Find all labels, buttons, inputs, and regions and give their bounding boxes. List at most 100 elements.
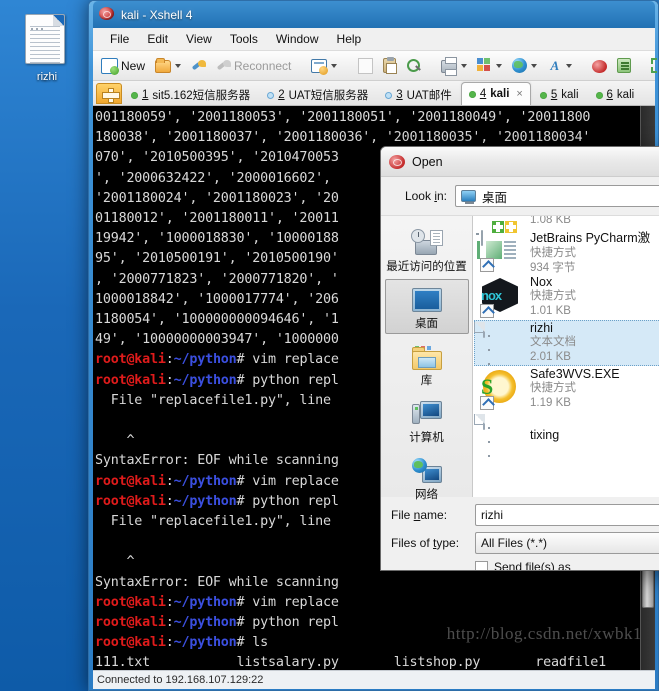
menu-view[interactable]: View [177, 29, 221, 49]
file-name: Nox [530, 275, 553, 289]
tab-label: kali [616, 89, 635, 101]
connection-status-dot [385, 91, 393, 99]
connect-button[interactable] [187, 56, 210, 75]
file-name-label: File name: [391, 508, 448, 522]
window-title: kali - Xshell 4 [121, 7, 193, 22]
xftp-button[interactable] [613, 56, 635, 75]
toolbar: New Reconnect A [93, 51, 658, 81]
tab-session-5[interactable]: 5 kali [532, 84, 587, 105]
chevron-down-icon[interactable] [566, 63, 573, 68]
places-bar: 最近访问的位置 桌面 库 计算机 网络 [381, 216, 473, 501]
list-item[interactable]: JetBrains PyCharm激 快捷方式 934 字节 [474, 228, 659, 274]
menu-edit[interactable]: Edit [138, 29, 177, 49]
look-in-label: Look in: [404, 189, 447, 203]
place-computer[interactable]: 计算机 [385, 393, 469, 448]
open-file-dialog: Open Look in: 桌面 最近访问的位置 桌面 库 计算机 网络 1.0… [380, 146, 659, 571]
place-libraries[interactable]: 库 [385, 336, 469, 391]
connection-status-dot [267, 91, 275, 99]
send-as-checkbox[interactable] [475, 560, 488, 570]
plug-disconnect-icon [216, 58, 232, 73]
xftp-green-icon [617, 58, 632, 73]
reconnect-button[interactable]: Reconnect [212, 56, 295, 75]
tab-label: sit5.162短信服务器 [152, 90, 251, 102]
layout-button[interactable] [473, 56, 506, 75]
menu-bar: File Edit View Tools Window Help [93, 28, 655, 51]
menu-file[interactable]: File [101, 29, 138, 49]
file-name-input[interactable]: rizhi [475, 504, 659, 526]
xshell-icon [389, 154, 405, 169]
tab-number: 4 [479, 88, 487, 100]
close-icon[interactable]: × [516, 88, 522, 100]
chevron-down-icon[interactable] [461, 63, 468, 68]
tab-session-1[interactable]: 1 sit5.162短信服务器 [123, 84, 258, 105]
menu-help[interactable]: Help [328, 29, 371, 49]
tab-session-4[interactable]: 4 kali × [460, 82, 531, 105]
tab-session-6[interactable]: 6 kali [588, 84, 643, 105]
print-button[interactable] [437, 56, 471, 76]
place-desktop[interactable]: 桌面 [384, 279, 469, 334]
desktop-icon-rizhi[interactable]: rizhi [14, 14, 80, 84]
place-label: 桌面 [415, 318, 438, 330]
list-item[interactable]: S Safe3WVS.EXE 快捷方式 1.19 KB [474, 366, 659, 412]
tab-session-3[interactable]: 3 UAT邮件 [377, 84, 460, 105]
window-titlebar[interactable]: kali - Xshell 4 [93, 1, 655, 28]
place-recent-places[interactable]: 最近访问的位置 [385, 222, 469, 277]
tab-number: 3 [396, 89, 403, 101]
file-transfer-button[interactable] [307, 56, 341, 75]
list-item[interactable]: nox Nox 快捷方式 1.01 KB [474, 274, 659, 320]
tab-label: UAT邮件 [406, 90, 452, 102]
new-session-label: New [121, 58, 146, 73]
new-session-button[interactable]: New [97, 56, 149, 76]
list-item-selected[interactable]: rizhi 文本文档 2.01 KB [474, 320, 659, 366]
menu-tools[interactable]: Tools [221, 29, 267, 49]
text-file-icon [25, 14, 69, 68]
open-session-button[interactable] [151, 56, 185, 75]
look-in-combobox[interactable]: 桌面 [455, 185, 659, 207]
web-button[interactable] [508, 56, 541, 75]
pycharm-shortcut-icon [476, 230, 521, 272]
tab-label: UAT短信服务器 [288, 90, 369, 102]
file-type: 快捷方式 [530, 290, 576, 302]
place-label: 库 [420, 375, 433, 387]
place-network[interactable]: 网络 [385, 450, 469, 505]
xshell-icon [99, 6, 115, 23]
chevron-down-icon[interactable] [331, 63, 338, 68]
find-button[interactable] [402, 56, 425, 75]
send-as-label: Send file(s) as [494, 560, 571, 571]
file-size: 1.19 KB [530, 397, 571, 409]
files-of-type-select[interactable]: All Files (*.*) [475, 532, 659, 554]
dialog-title: Open [412, 154, 443, 169]
font-button[interactable]: A [543, 56, 576, 75]
network-globe-icon [386, 454, 468, 488]
chevron-down-icon[interactable] [531, 63, 538, 68]
chevron-down-icon[interactable] [496, 63, 503, 68]
files-of-type-value: All Files (*.*) [481, 536, 548, 550]
recent-places-icon [386, 226, 468, 260]
color-grid-icon [477, 58, 492, 73]
connection-status-dot [468, 90, 476, 98]
computer-icon [386, 397, 468, 431]
file-list[interactable]: 快捷方式 1.08 KB JetBrains PyCharm激 快捷方式 934… [473, 216, 659, 497]
safe3wvs-shortcut-icon: S [480, 369, 521, 410]
xshell-button[interactable] [588, 57, 611, 75]
tab-label: kali [490, 88, 510, 100]
look-in-row: Look in: 桌面 [381, 185, 659, 215]
terminal-line: 001180059', '2001180053', '2001180051', … [95, 110, 591, 125]
tab-session-2[interactable]: 2 UAT短信服务器 [259, 84, 376, 105]
new-tab-button[interactable] [96, 83, 122, 104]
connection-status-dot [595, 91, 603, 99]
file-size: 2.01 KB [530, 351, 571, 363]
place-label: 网络 [415, 489, 438, 501]
place-label: 最近访问的位置 [386, 261, 467, 273]
paste-button[interactable] [379, 56, 400, 75]
chevron-down-icon[interactable] [175, 63, 182, 68]
menu-window[interactable]: Window [267, 29, 328, 49]
files-of-type-label: Files of type: [391, 536, 460, 550]
list-item[interactable]: tixing [474, 412, 659, 458]
dialog-titlebar[interactable]: Open [381, 147, 659, 177]
copy-button[interactable] [353, 57, 377, 75]
look-in-value: 桌面 [482, 190, 508, 205]
desktop-icon-label: rizhi [36, 71, 58, 83]
file-type: 快捷方式 [530, 382, 576, 394]
fullscreen-button[interactable] [647, 56, 658, 75]
